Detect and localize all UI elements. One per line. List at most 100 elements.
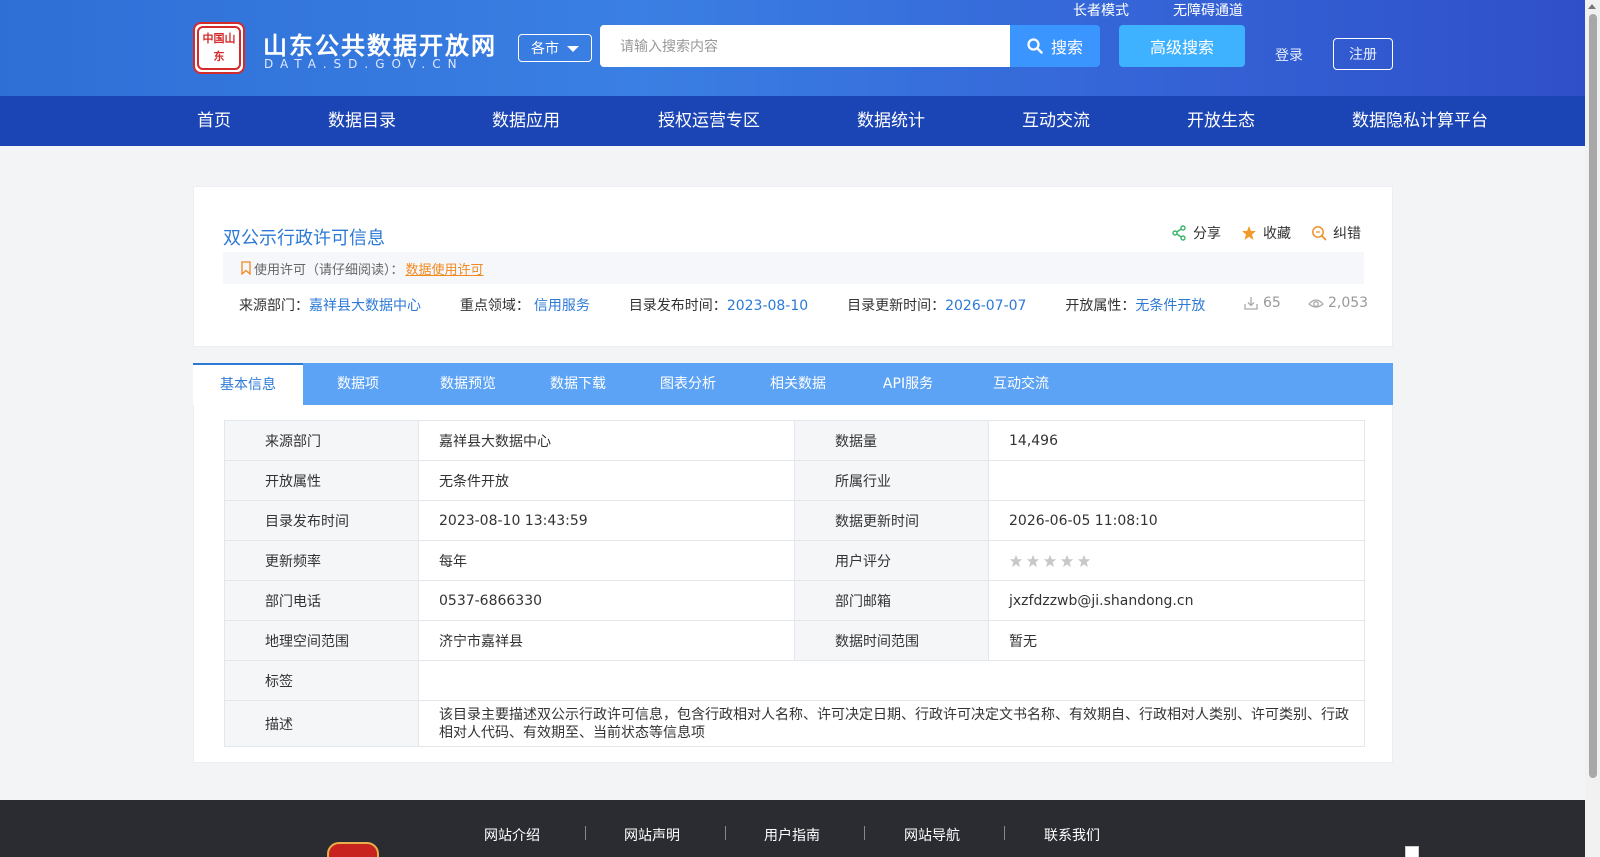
login-link[interactable]: 登录 (1275, 45, 1303, 65)
scrollbar-thumb[interactable] (1589, 14, 1597, 778)
elder-mode-link[interactable]: 长者模式 (1073, 0, 1129, 20)
share-label: 分享 (1193, 226, 1221, 242)
table-row: 地理空间范围 济宁市嘉祥县 数据时间范围 暂无 (224, 620, 1365, 661)
field-label: 数据更新时间 (794, 500, 989, 541)
footer-link-guide[interactable]: 用户指南 (764, 825, 820, 845)
accessibility-link[interactable]: 无障碍通道 (1173, 0, 1243, 20)
footer-link-contact[interactable]: 联系我们 (1044, 825, 1100, 845)
table-row: 标签 (224, 660, 1365, 701)
broken-image-icon (1405, 846, 1419, 857)
field-value: 济宁市嘉祥县 (418, 620, 795, 661)
tab-data-preview[interactable]: 数据预览 (413, 363, 523, 405)
field-label: 数据时间范围 (794, 620, 989, 661)
search-placeholder: 请输入搜索内容 (620, 39, 718, 55)
search-button-label: 搜索 (1050, 38, 1083, 57)
user-rating (988, 540, 1365, 581)
license-link[interactable]: 数据使用许可 (406, 259, 484, 278)
field-label: 部门邮箱 (794, 580, 989, 621)
meta-domain-value[interactable]: 信用服务 (534, 298, 590, 314)
nav-item-statistics[interactable]: 数据统计 (857, 96, 925, 146)
footer-divider (725, 826, 726, 840)
tab-data-download[interactable]: 数据下载 (523, 363, 633, 405)
meta-publish-value: 2023-08-10 (726, 298, 809, 314)
meta-source-value[interactable]: 嘉祥县大数据中心 (309, 298, 421, 314)
register-button[interactable]: 注册 (1333, 38, 1393, 70)
site-domain: DATA.SD.GOV.CN (264, 57, 464, 71)
nav-item-interaction[interactable]: 互动交流 (1022, 96, 1090, 146)
license-bar: 使用许可（请仔细阅读）： 数据使用许可 (223, 252, 1364, 284)
site-header: 中国山东 山东公共数据开放网 DATA.SD.GOV.CN 各市 请输入搜索内容… (0, 0, 1585, 96)
view-count: 2,053 (1308, 295, 1368, 311)
meta-update-value: 2026-07-07 (945, 298, 1027, 314)
table-row: 更新频率 每年 用户评分 (224, 540, 1365, 581)
tab-basic-info[interactable]: 基本信息 (193, 363, 303, 405)
main-nav: 首页 数据目录 数据应用 授权运营专区 数据统计 互动交流 开放生态 数据隐私计… (0, 96, 1585, 146)
detail-tabs: 基本信息 数据项 数据预览 数据下载 图表分析 相关数据 API服务 互动交流 (193, 363, 1393, 405)
nav-item-privacy-computing[interactable]: 数据隐私计算平台 (1352, 96, 1488, 146)
field-value: 0537-6866330 (418, 580, 795, 621)
basic-info-table: 来源部门 嘉祥县大数据中心 数据量 14,496 开放属性 无条件开放 所属行业… (224, 420, 1365, 747)
dataset-summary-card: 双公示行政许可信息 分享 收藏 纠错 使用许可（请仔细阅读）： 数据使用许可 来… (193, 186, 1393, 347)
share-icon (1172, 225, 1186, 241)
field-value: 14,496 (988, 420, 1365, 461)
field-label: 更新频率 (224, 540, 419, 581)
rating-stars[interactable] (1009, 554, 1091, 568)
field-value: 2023-08-10 13:43:59 (418, 500, 795, 541)
dataset-title: 双公示行政许可信息 (223, 228, 385, 249)
report-error-label: 纠错 (1333, 226, 1361, 242)
star-icon[interactable] (1026, 554, 1040, 568)
tab-data-items[interactable]: 数据项 (303, 363, 413, 405)
tab-chart-analysis[interactable]: 图表分析 (633, 363, 743, 405)
nav-item-home[interactable]: 首页 (197, 96, 231, 146)
star-icon[interactable] (1043, 554, 1057, 568)
meta-open-value: 无条件开放 (1135, 298, 1206, 314)
tab-api-service[interactable]: API服务 (853, 363, 963, 405)
nav-item-catalog[interactable]: 数据目录 (328, 96, 396, 146)
search-input[interactable]: 请输入搜索内容 (600, 25, 1010, 67)
field-label: 所属行业 (794, 460, 989, 501)
advanced-search-button[interactable]: 高级搜索 (1119, 25, 1245, 67)
field-label: 部门电话 (224, 580, 419, 621)
scroll-up-arrow-icon[interactable] (1588, 4, 1596, 9)
field-label: 描述 (224, 700, 419, 747)
favorite-button[interactable]: 收藏 (1241, 223, 1291, 243)
field-label: 数据量 (794, 420, 989, 461)
table-row: 部门电话 0537-6866330 部门邮箱 jxzfdzzwb@ji.shan… (224, 580, 1365, 621)
footer-link-about[interactable]: 网站介绍 (484, 825, 540, 845)
city-select[interactable]: 各市 (518, 34, 592, 62)
share-button[interactable]: 分享 (1171, 223, 1221, 243)
tab-related-data[interactable]: 相关数据 (743, 363, 853, 405)
search-button[interactable]: 搜索 (1010, 25, 1100, 67)
tab-interaction[interactable]: 互动交流 (963, 363, 1079, 405)
footer-link-sitemap[interactable]: 网站导航 (904, 825, 960, 845)
report-error-button[interactable]: 纠错 (1311, 223, 1361, 243)
site-title[interactable]: 山东公共数据开放网 (263, 26, 497, 61)
bookmark-icon (241, 261, 251, 275)
nav-item-authorized-ops[interactable]: 授权运营专区 (658, 96, 760, 146)
meta-source-label: 来源部门： (239, 298, 309, 314)
field-label: 地理空间范围 (224, 620, 419, 661)
field-value: jxzfdzzwb@ji.shandong.cn (988, 580, 1365, 621)
meta-domain-label: 重点领域： (459, 298, 530, 314)
city-select-label: 各市 (531, 41, 559, 57)
star-icon[interactable] (1060, 554, 1074, 568)
field-label: 来源部门 (224, 420, 419, 461)
footer-link-statement[interactable]: 网站声明 (624, 825, 680, 845)
view-count-value: 2,053 (1328, 295, 1369, 311)
eye-icon (1308, 299, 1324, 308)
chevron-down-icon (567, 46, 579, 52)
search-icon (1027, 38, 1043, 54)
field-value (418, 660, 1365, 701)
star-icon[interactable] (1009, 554, 1023, 568)
nav-item-apps[interactable]: 数据应用 (492, 96, 560, 146)
table-row: 目录发布时间 2023-08-10 13:43:59 数据更新时间 2026-0… (224, 500, 1365, 541)
field-value: 暂无 (988, 620, 1365, 661)
field-value: 2026-06-05 11:08:10 (988, 500, 1365, 541)
field-label: 标签 (224, 660, 419, 701)
field-label: 开放属性 (224, 460, 419, 501)
page-scrollbar[interactable] (1585, 0, 1600, 857)
star-icon[interactable] (1077, 554, 1091, 568)
site-logo-seal[interactable]: 中国山东 (193, 22, 245, 74)
nav-item-ecosystem[interactable]: 开放生态 (1187, 96, 1255, 146)
favorite-label: 收藏 (1263, 226, 1291, 242)
